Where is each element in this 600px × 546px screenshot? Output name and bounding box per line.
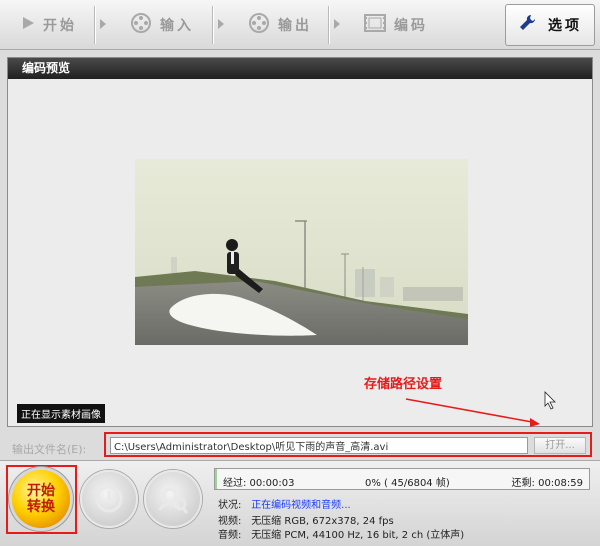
start-convert-line2: 转换 [27, 499, 55, 515]
main-toolbar: 开始 输入 输出 编码 选项 [0, 0, 600, 50]
tab-start-label: 开始 [43, 18, 77, 34]
options-button[interactable]: 选项 [505, 4, 595, 46]
start-convert-line1: 开始 [27, 483, 55, 499]
annotation-label: 存储路径设置 [364, 377, 443, 392]
status-badge: 正在显示素材画像 [17, 404, 105, 423]
wrench-icon [518, 13, 538, 37]
encode-status-area: 经过: 00:00:03 0% ( 45/6804 帧) 还剩: 00:08:5… [210, 465, 594, 541]
tab-output-label: 输出 [278, 18, 312, 34]
options-button-label: 选项 [548, 18, 582, 34]
tab-output[interactable]: 输出 [230, 4, 330, 46]
step-arrow-icon [100, 19, 106, 29]
video-label: 视频: [218, 516, 242, 527]
progress-bar: 经过: 00:00:03 0% ( 45/6804 帧) 还剩: 00:08:5… [214, 468, 590, 490]
state-value: 正在编码视频和音频... [251, 500, 351, 511]
status-row-state: 状况: 正在编码视频和音频... [218, 496, 351, 511]
tab-start[interactable]: 开始 [8, 4, 90, 46]
audio-label: 音频: [218, 530, 242, 541]
output-filename-label: 输出文件名(E): [12, 443, 87, 456]
preview-search-button[interactable] [144, 470, 202, 528]
tab-encode-label: 编码 [394, 18, 428, 34]
step-arrow-icon [218, 19, 224, 29]
timer-button[interactable] [80, 470, 138, 528]
progress-elapsed: 经过: 00:00:03 [223, 478, 295, 489]
start-convert-button[interactable]: 开始 转换 [12, 470, 70, 528]
video-preview-frame [135, 159, 468, 345]
film-reel-icon [248, 12, 270, 38]
panel-title: 编码预览 [8, 58, 592, 79]
state-label: 状况: [218, 500, 242, 511]
clock-icon [95, 485, 123, 513]
person-magnifier-icon [158, 487, 189, 514]
tab-encode[interactable]: 编码 [346, 4, 446, 46]
status-row-video: 视频: 无压缩 RGB, 672x378, 24 fps [218, 512, 394, 527]
preview-image [135, 159, 468, 345]
step-arrow-icon [334, 19, 340, 29]
encode-preview-panel: 编码预览 正在显示素材画像 [7, 57, 593, 427]
film-reel-icon [130, 12, 152, 38]
film-strip-icon [364, 13, 386, 37]
progress-remaining: 还剩: 00:08:59 [511, 478, 583, 489]
status-row-audio: 音频: 无压缩 PCM, 44100 Hz, 16 bit, 2 ch (立体声… [218, 526, 464, 541]
play-icon [21, 16, 35, 34]
open-button[interactable]: 打开... [534, 437, 586, 454]
tab-input[interactable]: 输入 [112, 4, 212, 46]
audio-value: 无压缩 PCM, 44100 Hz, 16 bit, 2 ch (立体声) [251, 530, 465, 541]
tab-input-label: 输入 [160, 18, 194, 34]
progress-percent: 0% ( 45/6804 帧) [365, 478, 450, 489]
output-path-input[interactable] [110, 437, 528, 454]
